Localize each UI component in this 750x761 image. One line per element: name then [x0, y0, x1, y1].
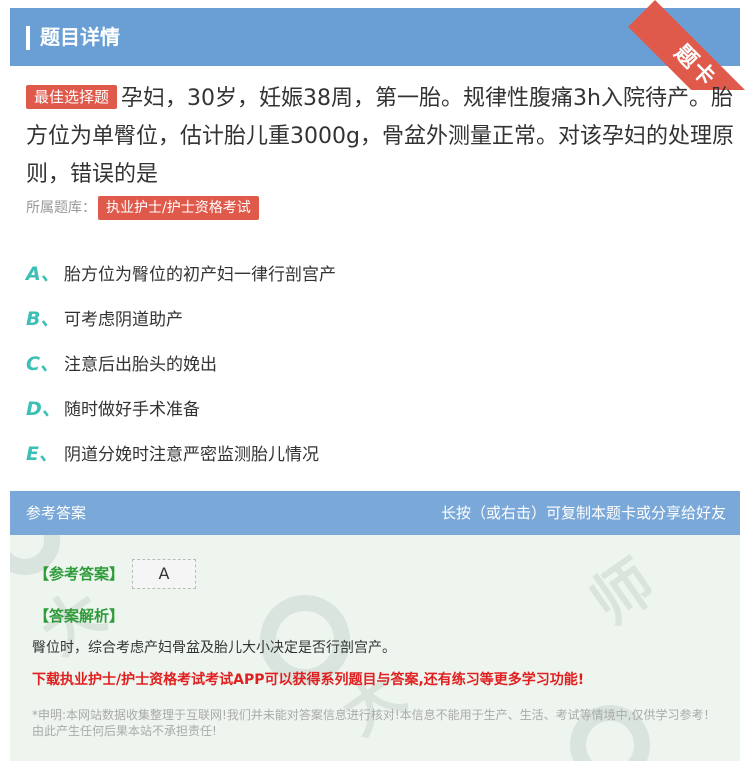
analysis-label: 【答案解析】 — [34, 607, 125, 625]
option-text: 阴道分娩时注意严密监测胎儿情况 — [64, 445, 319, 465]
watermark-glyph: 师 — [578, 547, 668, 639]
reference-answer-value: A — [132, 559, 196, 589]
options-list: A、 胎方位为臀位的初产妇一律行剖宫产 B、 可考虑阴道助产 C、 注意后出胎头… — [26, 250, 726, 475]
answer-header-title: 参考答案 — [26, 504, 87, 522]
option-letter: A、 — [26, 263, 60, 285]
ribbon-container: 题卡 — [0, 0, 750, 90]
reference-answer-label: 【参考答案】 — [34, 565, 125, 583]
option-text: 胎方位为臀位的初产妇一律行剖宫产 — [64, 265, 336, 285]
analysis-text: 臀位时，综合考虑产妇骨盆及胎儿大小决定是否行剖宫产。 — [32, 640, 396, 656]
option-letter: D、 — [26, 398, 61, 420]
option-letter: E、 — [26, 443, 58, 465]
answer-header: 参考答案 长按（或右击）可复制本题卡或分享给好友 — [10, 491, 740, 535]
option-text: 可考虑阴道助产 — [64, 310, 183, 330]
question-type-badge: 最佳选择题 — [26, 85, 118, 109]
answer-panel: 大 师 大 【参考答案】 A 【答案解析】 臀位时，综合考虑产妇骨盆及胎儿大小决… — [10, 535, 740, 761]
option-text: 随时做好手术准备 — [64, 400, 200, 420]
option-letter: C、 — [26, 353, 59, 375]
share-hint: 长按（或右击）可复制本题卡或分享给好友 — [440, 504, 726, 522]
question-block: 最佳选择题 孕妇，30岁，妊娠38周，第一胎。规律性腹痛3h入院待产。胎方位为单臀… — [26, 80, 736, 194]
bank-tag[interactable]: 执业护士/护士资格考试 — [98, 196, 259, 220]
download-app-promo[interactable]: 下载执业护士/护士资格考试考试APP可以获得系列题目与答案,还有练习等更多学习功… — [32, 669, 584, 689]
option-letter: B、 — [26, 308, 60, 330]
bank-label: 所属题库： — [26, 200, 96, 216]
question-text: 孕妇，30岁，妊娠38周，第一胎。规律性腹痛3h入院待产。胎方位为单臀位，估计胎… — [26, 86, 734, 187]
disclaimer-text: *申明:本网站数据收集整理于互联网!我们并未能对答案信息进行核对!本信息不能用于… — [32, 708, 716, 738]
question-bank: 所属题库： 执业护士/护士资格考试 — [26, 196, 259, 220]
card-ribbon: 题卡 — [628, 0, 750, 90]
option-e[interactable]: E、 阴道分娩时注意严密监测胎儿情况 — [26, 430, 726, 475]
option-d[interactable]: D、 随时做好手术准备 — [26, 385, 726, 430]
option-c[interactable]: C、 注意后出胎头的娩出 — [26, 340, 726, 385]
option-b[interactable]: B、 可考虑阴道助产 — [26, 295, 726, 340]
option-a[interactable]: A、 胎方位为臀位的初产妇一律行剖宫产 — [26, 250, 726, 295]
option-text: 注意后出胎头的娩出 — [64, 355, 217, 375]
